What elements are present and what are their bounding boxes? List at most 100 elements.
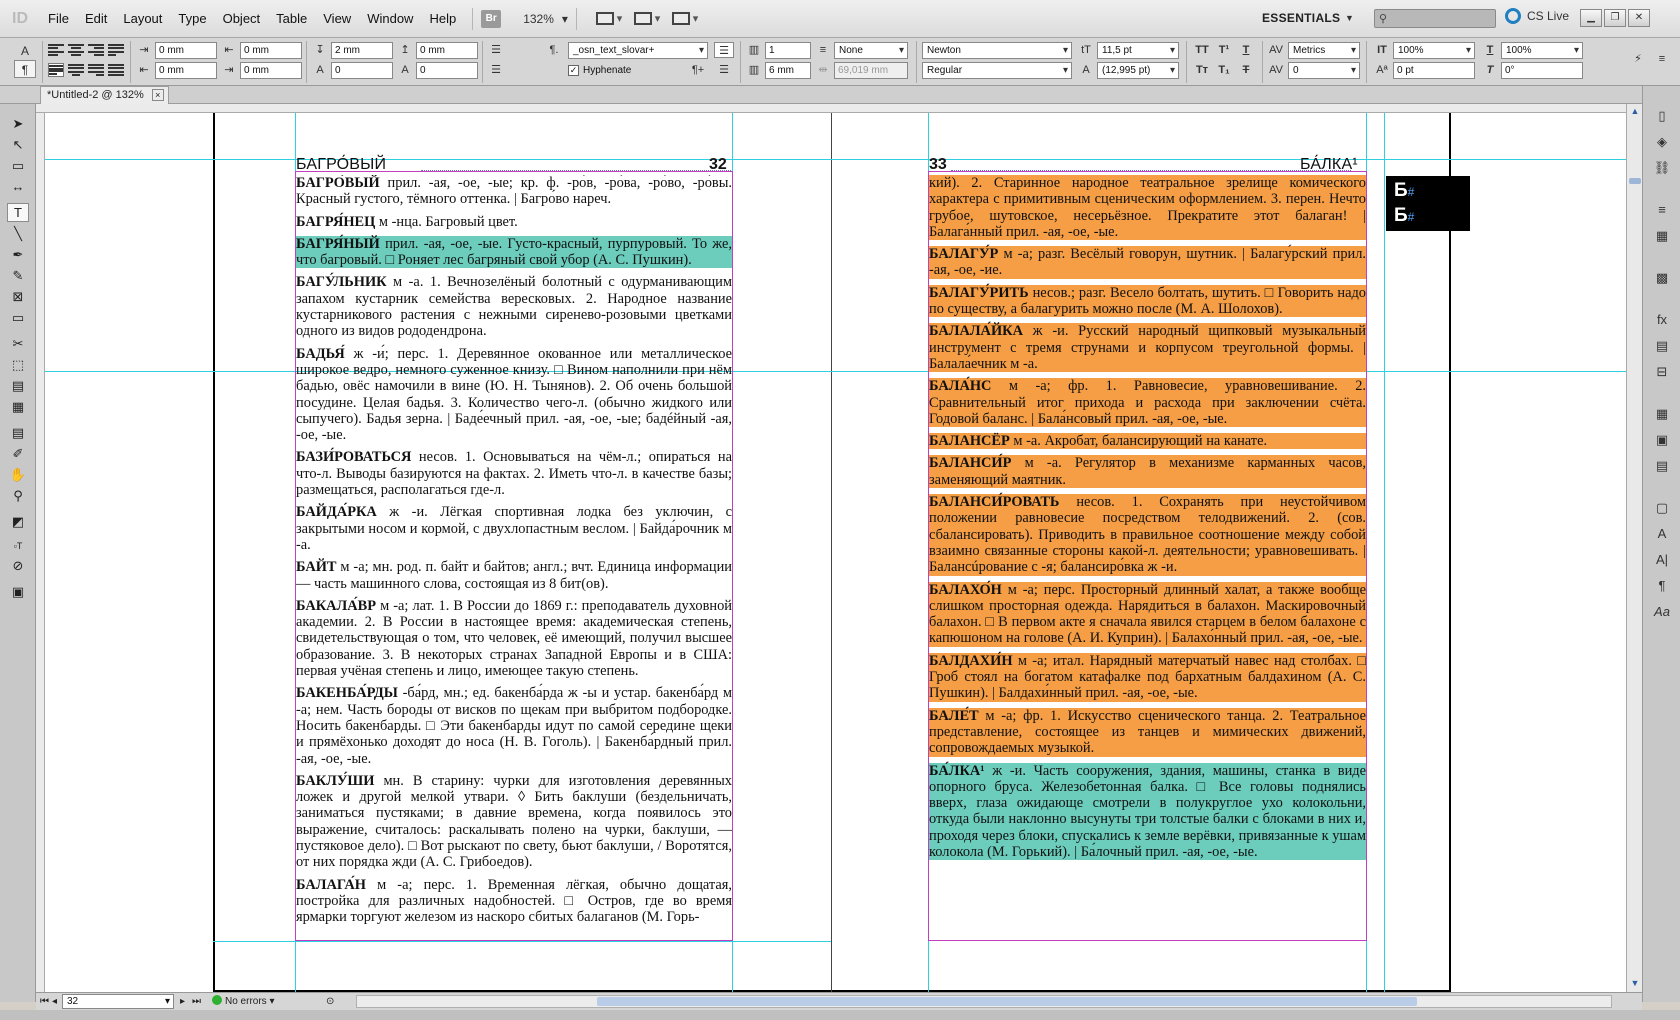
preflight-status[interactable]: No errors ▾	[212, 995, 275, 1009]
next-page-button[interactable]: ▸	[180, 995, 185, 1009]
vertical-ruler[interactable]	[36, 113, 45, 993]
menu-window[interactable]: Window	[359, 0, 421, 38]
menu-view[interactable]: View	[315, 0, 359, 38]
rectangle-frame-tool-icon[interactable]: ⊠	[7, 287, 29, 306]
dictionary-entry[interactable]: кий). 2. Старинное народное театральное …	[929, 175, 1366, 241]
stroke-panel-icon[interactable]: ≡	[1651, 200, 1673, 220]
effects-panel-icon[interactable]: fx	[1651, 310, 1673, 330]
font-size-dropdown[interactable]: 11,5 pt	[1097, 42, 1179, 59]
drop-cap-chars-field[interactable]: 0	[416, 62, 478, 79]
previous-page-button[interactable]: ◂	[52, 995, 57, 1009]
align-panel-icon[interactable]: ⊟	[1651, 362, 1673, 382]
dictionary-entry[interactable]: БАГРО́ВЫЙ прил. -ая, -ое, -ые; кр. ф. -р…	[296, 175, 732, 208]
open-document-icon[interactable]: ⊙	[326, 995, 334, 1009]
right-indent-field[interactable]: 0 mm	[240, 42, 302, 59]
vertical-scrollbar[interactable]: ▲ ▼	[1626, 104, 1642, 992]
screen-mode-icon[interactable]: ▣	[7, 582, 29, 601]
last-page-button[interactable]: ⏭	[192, 995, 201, 1009]
tracking-dropdown[interactable]: 0	[1288, 62, 1360, 79]
note-tool-icon[interactable]: ▤	[7, 423, 29, 442]
right-page-number[interactable]: 33	[929, 156, 947, 174]
horizontal-scroll-thumb[interactable]	[597, 997, 1417, 1006]
section-letter-marker[interactable]: Б# Б#	[1386, 176, 1470, 231]
fill-stroke-icon[interactable]: ◩	[7, 512, 29, 531]
type-tool-icon[interactable]: T	[7, 203, 29, 222]
menu-type[interactable]: Type	[170, 0, 214, 38]
dictionary-entry[interactable]: БАКЛУ́ШИ мн. В старину: чурки для изгото…	[296, 773, 732, 871]
first-line-indent-field[interactable]: 0 mm	[155, 62, 217, 79]
font-style-dropdown[interactable]: Regular	[922, 62, 1072, 79]
guide-horizontal[interactable]	[45, 371, 1626, 372]
direct-selection-tool-icon[interactable]: ↖	[7, 135, 29, 154]
justify-left-button[interactable]	[108, 43, 124, 57]
page-tool-icon[interactable]: ▭	[7, 156, 29, 175]
gradient-swatch-tool-icon[interactable]: ▤	[7, 376, 29, 395]
menu-object[interactable]: Object	[215, 0, 269, 38]
first-page-button[interactable]: ⏮	[40, 995, 49, 1009]
justify-full-button[interactable]	[108, 63, 124, 77]
lightning-icon[interactable]: ⚡	[1628, 51, 1648, 67]
font-family-dropdown[interactable]: Newton	[922, 42, 1072, 59]
dictionary-entry[interactable]: БА́ЛКА¹ ж -и. Часть сооружения, здания, …	[929, 762, 1366, 861]
horizontal-scale-dropdown[interactable]: 100%	[1501, 42, 1583, 59]
menu-edit[interactable]: Edit	[77, 0, 115, 38]
dictionary-entry[interactable]: БАЙДА́РКА ж -и. Лёгкая спортивная лодка …	[296, 504, 732, 553]
pencil-tool-icon[interactable]: ✎	[7, 266, 29, 285]
right-text-frame[interactable]: кий). 2. Старинное народное театральное …	[929, 175, 1366, 939]
bulleted-list-icon[interactable]: ☰	[486, 42, 506, 58]
left-page-number[interactable]: 32	[709, 156, 727, 174]
space-before-field[interactable]: 2 mm	[331, 42, 393, 59]
clear-overrides-icon[interactable]: ¶+	[688, 62, 708, 78]
justify-center-button[interactable]	[68, 63, 84, 77]
object-styles-panel-icon[interactable]: ▢	[1651, 498, 1673, 518]
formatting-affects-text-icon[interactable]: ▫T	[7, 536, 29, 555]
dictionary-entry[interactable]: БАЙТ м -а; мн. род. п. байт и байтов; ан…	[296, 559, 732, 592]
menu-file[interactable]: File	[40, 0, 77, 38]
left-running-head[interactable]: БАГРО́ВЫЙ	[296, 156, 386, 174]
leading-dropdown[interactable]: (12,995 pt)	[1097, 62, 1179, 79]
dictionary-entry[interactable]: БАКАЛА́ВР м -а; лат. 1. В России до 1869…	[296, 598, 732, 679]
swatches-panel-icon[interactable]: ▦	[1651, 226, 1673, 246]
left-indent-field[interactable]: 0 mm	[155, 42, 217, 59]
close-icon[interactable]: ×	[151, 89, 164, 101]
column-gutter-field[interactable]: 6 mm	[765, 62, 811, 79]
table-styles-panel-icon[interactable]: ▤	[1651, 456, 1673, 476]
zoom-tool-icon[interactable]: ⚲	[7, 486, 29, 505]
scissors-tool-icon[interactable]: ✂	[7, 334, 29, 353]
dictionary-entry[interactable]: БАДЬЯ́ ж -и́; перс. 1. Деревянное окован…	[296, 346, 732, 444]
close-button[interactable]: ✕	[1628, 9, 1650, 27]
skew-field[interactable]: 0°	[1501, 62, 1583, 79]
panel-menu-icon[interactable]: ≡	[1652, 51, 1672, 67]
strikethrough-button[interactable]: T	[1236, 62, 1256, 78]
cs-live-button[interactable]: CS Live	[1505, 8, 1569, 24]
do-not-align-grid-button[interactable]: ☰	[714, 62, 734, 78]
justify-right-button[interactable]	[88, 63, 104, 77]
bridge-button[interactable]: Br	[481, 9, 502, 28]
apply-none-icon[interactable]: ⊘	[7, 556, 29, 575]
zoom-level-dropdown[interactable]: 132% ▾	[523, 12, 568, 26]
underline-button[interactable]: T	[1236, 42, 1256, 58]
dictionary-entry[interactable]: БАГРЯ́НЕЦ м -нца. Багровый цвет.	[296, 214, 732, 230]
dictionary-entry[interactable]: БАЛАГА́Н м -а; перс. 1. Временная лёгкая…	[296, 877, 732, 926]
text-wrap-panel-icon[interactable]: ▩	[1651, 268, 1673, 288]
glyphs-panel-icon[interactable]: Aa	[1651, 602, 1673, 622]
hand-tool-icon[interactable]: ✋	[7, 465, 29, 484]
gap-tool-icon[interactable]: ↔	[7, 177, 29, 196]
last-line-indent-field[interactable]: 0 mm	[240, 62, 302, 79]
links-panel-icon[interactable]: ⛓	[1651, 158, 1673, 178]
kerning-dropdown[interactable]: Metrics	[1288, 42, 1360, 59]
menu-help[interactable]: Help	[421, 0, 464, 38]
vertical-scroll-thumb[interactable]	[1629, 178, 1641, 184]
rectangle-tool-icon[interactable]: ▭	[7, 308, 29, 327]
dictionary-entry[interactable]: БАЛАНСИ́Р м -а. Регулятор в механизме ка…	[929, 455, 1366, 489]
guide-vertical[interactable]	[1384, 113, 1385, 992]
superscript-button[interactable]: T¹	[1214, 42, 1234, 58]
view-options-button[interactable]: ▾	[595, 9, 623, 29]
horizontal-ruler[interactable]	[36, 104, 1626, 113]
dictionary-entry[interactable]: БАЛА́НС м -а; фр. 1. Равновесие, уравнов…	[929, 378, 1366, 428]
dictionary-entry[interactable]: БАКЕНБА́РДЫ -ба́рд, мн.; ед. бакенба́рда…	[296, 685, 732, 766]
cell-styles-panel-icon[interactable]: ▣	[1651, 430, 1673, 450]
left-text-frame[interactable]: БАГРО́ВЫЙ прил. -ая, -ое, -ые; кр. ф. -р…	[296, 175, 732, 939]
subscript-button[interactable]: T₁	[1214, 62, 1234, 78]
dictionary-entry[interactable]: БАЛДАХИ́Н м -а; итал. Нарядный матерчаты…	[929, 652, 1366, 702]
